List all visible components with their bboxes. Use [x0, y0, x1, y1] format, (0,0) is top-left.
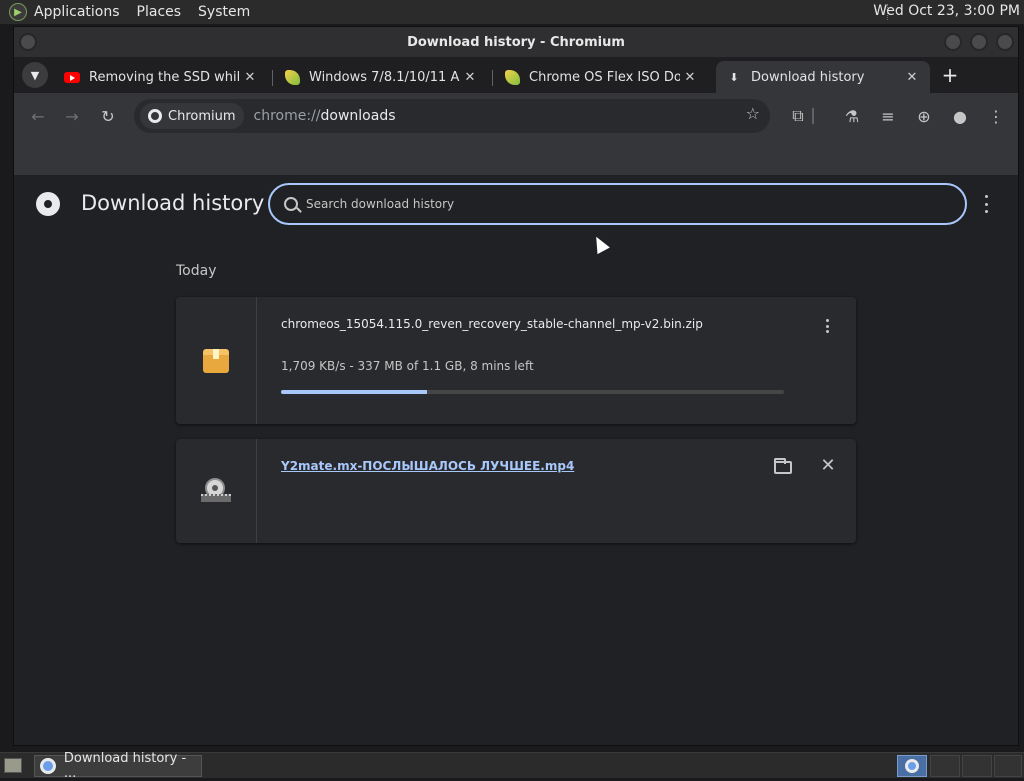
- taskbar-window-label: Download history - ...: [63, 751, 187, 781]
- download-status: 1,709 KB/s - 337 MB of 1.1 GB, 8 mins le…: [281, 359, 534, 373]
- kebab-menu-icon: ⋮: [988, 106, 1004, 126]
- tab-youtube[interactable]: Removing the SSD while I ✕: [54, 61, 268, 93]
- taskbar-window-button[interactable]: Download history - ...: [34, 751, 202, 781]
- download-item: chromeos_15054.115.0_reven_recovery_stab…: [176, 297, 856, 424]
- tab-divider: [272, 70, 273, 86]
- show-in-folder-icon[interactable]: [774, 458, 792, 474]
- file-name[interactable]: chromeos_15054.115.0_reven_recovery_stab…: [281, 317, 703, 331]
- url-host: downloads: [320, 108, 396, 124]
- url-text[interactable]: chrome://downloads: [254, 108, 396, 124]
- download-icon: ⬇: [729, 70, 739, 84]
- tab-download-history[interactable]: ⬇ Download history ✕: [716, 61, 930, 93]
- workspace-1[interactable]: [897, 755, 927, 777]
- close-tab-icon[interactable]: ✕: [240, 70, 260, 85]
- extensions-button[interactable]: ⧉: [786, 104, 810, 128]
- film-reel-icon: [201, 478, 231, 504]
- workspace-3[interactable]: [962, 755, 992, 777]
- file-icon-column: [176, 439, 257, 543]
- downloads-page: Download history Today chromeos_15054.11…: [14, 175, 1018, 745]
- search-box[interactable]: [268, 183, 967, 225]
- arrow-right-icon: →: [65, 106, 79, 126]
- tab-label: Chrome OS Flex ISO Down: [529, 69, 680, 85]
- tab-label: Removing the SSD while I: [89, 69, 240, 85]
- download-item: Y2mate.mx-ПОСЛЫШАЛОСЬ ЛУЧШЕЕ.mp4 ✕: [176, 439, 856, 543]
- window-titlebar[interactable]: Download history - Chromium: [14, 27, 1018, 57]
- file-name-link[interactable]: Y2mate.mx-ПОСЛЫШАЛОСЬ ЛУЧШЕЕ.mp4: [281, 459, 574, 473]
- window-menu-button[interactable]: [19, 33, 37, 51]
- taskbar: Download history - ...: [0, 751, 1024, 781]
- tab-search-button[interactable]: ▼: [22, 62, 48, 88]
- toolbar-divider: [812, 108, 814, 124]
- applications-menu[interactable]: Applications: [34, 4, 120, 20]
- plus-icon: +: [941, 63, 959, 87]
- chevron-down-icon: ▼: [30, 68, 40, 82]
- profile-button[interactable]: ●: [948, 104, 972, 128]
- media-controls-button[interactable]: ≡: [876, 104, 900, 128]
- close-tab-icon[interactable]: ✕: [460, 70, 480, 85]
- tab-label: Windows 7/8.1/10/11 All in: [309, 69, 460, 85]
- close-window-button[interactable]: [996, 33, 1014, 51]
- site-info-chip[interactable]: Chromium: [140, 103, 244, 129]
- arrow-left-icon: ←: [31, 106, 45, 126]
- clock[interactable]: Wed Oct 23, 3:00 PM: [873, 3, 1020, 19]
- search-input[interactable]: [306, 197, 906, 211]
- workspace-4[interactable]: [994, 755, 1022, 777]
- chromium-icon: [40, 758, 56, 774]
- site-info-label: Chromium: [168, 108, 236, 124]
- downloads-header: Download history: [14, 175, 1018, 233]
- places-menu[interactable]: Places: [137, 4, 182, 20]
- progress-fill: [281, 390, 427, 394]
- bookmark-star-icon[interactable]: ☆: [746, 104, 760, 123]
- chromium-icon: [905, 759, 919, 773]
- address-bar[interactable]: Chromium chrome://downloads ☆: [134, 99, 770, 133]
- minimize-button[interactable]: [944, 33, 962, 51]
- back-button[interactable]: ←: [26, 104, 50, 128]
- close-tab-icon[interactable]: ✕: [680, 70, 700, 85]
- chromium-icon: [148, 109, 162, 123]
- top-panel: ▶ Applications Places System Wed Oct 23,…: [0, 0, 1024, 24]
- downloads-more-actions-button[interactable]: [980, 195, 992, 213]
- maximize-button[interactable]: [970, 33, 988, 51]
- remove-from-list-icon[interactable]: ✕: [820, 457, 836, 475]
- close-tab-icon[interactable]: ✕: [902, 70, 922, 85]
- workspace-2[interactable]: [930, 755, 960, 777]
- search-icon: [284, 197, 298, 211]
- reload-button[interactable]: ↻: [96, 104, 120, 128]
- labs-button[interactable]: ⚗: [840, 104, 864, 128]
- reload-icon: ↻: [101, 106, 115, 126]
- new-tab-button[interactable]: +: [938, 63, 962, 87]
- file-icon-column: [176, 297, 257, 424]
- playlist-icon: ≡: [881, 106, 895, 126]
- flask-icon: ⚗: [844, 106, 860, 126]
- tab-label: Download history: [751, 69, 865, 85]
- chrome-menu-button[interactable]: ⋮: [984, 104, 1008, 128]
- chrome-logo-icon: [36, 192, 60, 216]
- show-desktop-button[interactable]: [4, 758, 22, 773]
- puzzle-icon: ⧉: [792, 106, 804, 125]
- tab-strip: ▼ Removing the SSD while I ✕ Windows 7/8…: [14, 57, 1018, 93]
- archive-box-icon: [203, 348, 229, 373]
- person-icon: ●: [953, 106, 967, 126]
- tab-divider: [492, 70, 493, 86]
- date-heading: Today: [176, 263, 217, 279]
- system-menu[interactable]: System: [198, 4, 250, 20]
- downloads-button[interactable]: ⊕: [912, 104, 936, 128]
- browser-window: Download history - Chromium ▼ Removing t…: [13, 26, 1019, 746]
- tab-chromeos-flex[interactable]: Chrome OS Flex ISO Down ✕: [494, 61, 708, 93]
- browser-toolbar: ← → ↻ Chromium chrome://downloads ☆ ⧉ ⚗ …: [14, 93, 1018, 139]
- youtube-icon: [64, 69, 80, 85]
- download-circle-icon: ⊕: [917, 106, 931, 126]
- leaf-icon: [284, 69, 300, 85]
- item-more-actions-button[interactable]: [822, 319, 832, 333]
- distro-logo-icon[interactable]: ▶: [9, 3, 27, 21]
- tab-windows[interactable]: Windows 7/8.1/10/11 All in ✕: [274, 61, 488, 93]
- page-title: Download history: [81, 191, 265, 215]
- leaf-icon: [504, 69, 520, 85]
- forward-button[interactable]: →: [60, 104, 84, 128]
- download-progress-bar: [281, 390, 784, 394]
- url-scheme: chrome://: [253, 108, 321, 124]
- bookmark-bar: [14, 139, 1018, 175]
- window-title: Download history - Chromium: [407, 34, 625, 50]
